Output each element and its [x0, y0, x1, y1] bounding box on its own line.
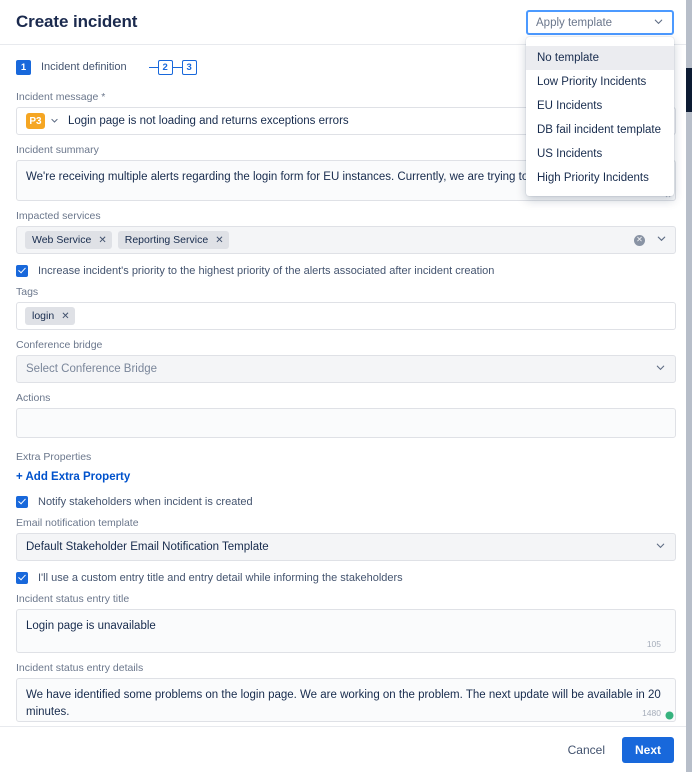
priority-chevron-down-icon[interactable]: [50, 116, 59, 127]
custom-entry-checkbox-row[interactable]: I'll use a custom entry title and entry …: [16, 572, 676, 584]
apply-template-placeholder: Apply template: [536, 16, 613, 29]
apply-template-select[interactable]: Apply template: [526, 10, 674, 35]
tags-label: Tags: [16, 286, 39, 298]
chevron-down-icon: [655, 540, 666, 554]
scrollbar-track[interactable]: [686, 0, 692, 772]
cancel-button[interactable]: Cancel: [564, 737, 609, 763]
template-option-us-incidents[interactable]: US Incidents: [526, 142, 674, 166]
step-connector-1: [148, 66, 158, 68]
field-impacted-services: Impacted services Web Service ✕ Reportin…: [16, 210, 676, 254]
template-option-low-priority-incidents[interactable]: Low Priority Incidents: [526, 70, 674, 94]
apply-template-dropdown: No template Low Priority Incidents EU In…: [526, 37, 674, 196]
chevron-down-icon: [653, 16, 664, 30]
status-entry-details-value: We have identified some problems on the …: [26, 689, 661, 718]
chevron-down-icon[interactable]: [656, 231, 667, 249]
impacted-services-controls: ✕: [634, 231, 667, 249]
add-extra-property-link[interactable]: + Add Extra Property: [16, 471, 130, 483]
actions-label: Actions: [16, 392, 51, 404]
chip-label: Reporting Service: [124, 234, 209, 246]
status-entry-title-counter: 105: [646, 638, 661, 649]
conference-bridge-placeholder: Select Conference Bridge: [26, 363, 158, 375]
field-email-notification-template: Email notification template Default Stak…: [16, 517, 676, 561]
email-notification-template-select[interactable]: Default Stakeholder Email Notification T…: [16, 533, 676, 561]
chip-impacted-service[interactable]: Web Service ✕: [25, 231, 112, 249]
custom-entry-checkbox[interactable]: [16, 572, 28, 584]
chevron-down-icon: [655, 362, 666, 376]
field-tags: Tags login ✕: [16, 286, 676, 330]
resize-handle-icon[interactable]: [665, 711, 674, 720]
chip-tag[interactable]: login ✕: [25, 307, 75, 325]
step-badge-1[interactable]: 1: [16, 59, 31, 75]
page-title: Create incident: [16, 12, 138, 31]
field-extra-properties: Extra Properties + Add Extra Property: [16, 451, 676, 485]
status-entry-details-textarea[interactable]: We have identified some problems on the …: [16, 678, 676, 722]
status-entry-title-value: Login page is unavailable: [26, 620, 156, 632]
tags-input[interactable]: login ✕: [16, 302, 676, 330]
template-option-no-template[interactable]: No template: [526, 46, 674, 70]
dialog-footer: Cancel Next: [0, 726, 692, 772]
clear-circle-icon[interactable]: ✕: [634, 234, 645, 246]
field-actions: Actions: [16, 392, 676, 438]
email-notification-template-label: Email notification template: [16, 517, 139, 529]
impacted-services-input[interactable]: Web Service ✕ Reporting Service ✕ ✕: [16, 226, 676, 254]
conference-bridge-select[interactable]: Select Conference Bridge: [16, 355, 676, 383]
increase-priority-checkbox-row[interactable]: Increase incident's priority to the high…: [16, 265, 676, 277]
field-status-entry-title: Incident status entry title Login page i…: [16, 593, 676, 653]
field-status-entry-details: Incident status entry details We have id…: [16, 662, 676, 722]
step-label-current: Incident definition: [41, 61, 127, 73]
conference-bridge-label: Conference bridge: [16, 339, 103, 351]
notify-stakeholders-label: Notify stakeholders when incident is cre…: [38, 496, 253, 508]
template-option-high-priority-incidents[interactable]: High Priority Incidents: [526, 166, 674, 190]
create-incident-dialog: Create incident Apply template 1 Inciden…: [0, 0, 692, 772]
custom-entry-label: I'll use a custom entry title and entry …: [38, 572, 403, 584]
impacted-services-label: Impacted services: [16, 210, 101, 222]
field-conference-bridge: Conference bridge Select Conference Brid…: [16, 339, 676, 383]
chip-remove-icon[interactable]: ✕: [215, 235, 223, 246]
chip-impacted-service[interactable]: Reporting Service ✕: [117, 231, 229, 249]
email-notification-template-value: Default Stakeholder Email Notification T…: [26, 541, 269, 553]
extra-properties-label: Extra Properties: [16, 451, 92, 463]
step-tail: 2 3: [148, 59, 197, 75]
status-entry-details-label: Incident status entry details: [16, 662, 144, 674]
status-entry-title-textarea[interactable]: Login page is unavailable 105: [16, 609, 676, 653]
status-entry-details-counter: 1480: [642, 707, 661, 718]
step-connector-2: [172, 66, 182, 68]
notify-stakeholders-checkbox[interactable]: [16, 496, 28, 508]
status-entry-title-label: Incident status entry title: [16, 593, 130, 605]
chip-label: Web Service: [32, 234, 92, 246]
actions-input[interactable]: [16, 408, 676, 438]
priority-badge[interactable]: P3: [26, 113, 45, 129]
chip-remove-icon[interactable]: ✕: [98, 235, 106, 246]
step-badge-3[interactable]: 3: [181, 59, 197, 75]
step-badge-2[interactable]: 2: [157, 59, 173, 75]
scrollbar-thumb[interactable]: [686, 68, 692, 112]
next-button[interactable]: Next: [621, 736, 674, 763]
increase-priority-checkbox[interactable]: [16, 265, 28, 277]
notify-stakeholders-checkbox-row[interactable]: Notify stakeholders when incident is cre…: [16, 496, 676, 508]
incident-message-value: Login page is not loading and returns ex…: [68, 115, 349, 127]
template-option-eu-incidents[interactable]: EU Incidents: [526, 94, 674, 118]
increase-priority-label: Increase incident's priority to the high…: [38, 265, 495, 277]
template-option-db-fail-incident-template[interactable]: DB fail incident template: [526, 118, 674, 142]
chip-remove-icon[interactable]: ✕: [61, 311, 69, 322]
chip-label: login: [32, 310, 55, 322]
